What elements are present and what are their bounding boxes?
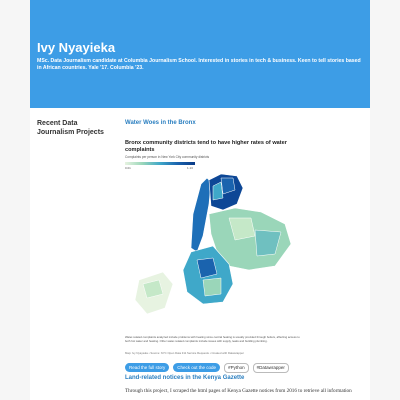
- view-code-button[interactable]: Check out the code: [173, 363, 221, 372]
- project-title-link[interactable]: Water Woes in the Bronx: [125, 120, 365, 126]
- project-button-row: Read the full story Check out the code #…: [125, 363, 289, 373]
- portfolio-page: Ivy Nyayieka MSc. Data Journalism candid…: [30, 0, 370, 400]
- map-subtitle: Complaints per person in New York City c…: [125, 155, 210, 159]
- map-region-manhattan: [190, 177, 212, 253]
- projects-list: Water Woes in the Bronx Bronx community …: [125, 120, 365, 362]
- project-title-link-kenya[interactable]: Land-related notices in the Kenya Gazett…: [125, 375, 244, 381]
- map-region-brooklyn-district: [202, 277, 222, 297]
- legend-min-label: 0.01: [125, 166, 131, 170]
- read-story-button[interactable]: Read the full story: [125, 363, 170, 372]
- map-source: Map: Ivy Nyayieka • Source: NYC Open Dat…: [125, 351, 244, 355]
- legend-color-scale: [125, 162, 195, 165]
- sidebar-heading: Recent Data Journalism Projects: [37, 120, 104, 136]
- map-legend: 0.01 1.13: [125, 162, 195, 174]
- map-note: Water-related complaints analyzed includ…: [125, 335, 300, 343]
- nyc-districts-map: [134, 174, 292, 315]
- profile-name: Ivy Nyayieka: [37, 40, 116, 55]
- choropleth-map-figure: Bronx community districts tend to have h…: [125, 140, 301, 362]
- map-title: Bronx community districts tend to have h…: [125, 140, 287, 153]
- tag-datawrapper[interactable]: #Datawrapper: [252, 363, 289, 373]
- project-description: Through this project, I scraped the html…: [125, 388, 352, 394]
- profile-bio: MSc. Data Journalism candidate at Columb…: [37, 58, 361, 71]
- legend-max-label: 1.13: [187, 166, 193, 170]
- profile-header: Ivy Nyayieka MSc. Data Journalism candid…: [30, 0, 370, 108]
- tag-python[interactable]: #Python: [224, 363, 249, 373]
